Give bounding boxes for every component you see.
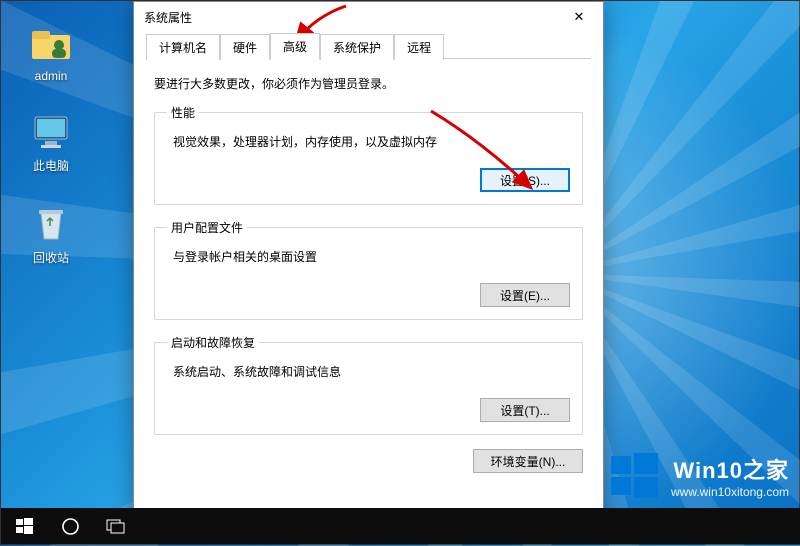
group-legend: 启动和故障恢复 [167,334,259,351]
group-desc: 系统启动、系统故障和调试信息 [173,363,570,380]
group-performance: 性能 视觉效果，处理器计划，内存使用，以及虚拟内存 设置(S)... [154,104,583,205]
group-user-profiles: 用户配置文件 与登录帐户相关的桌面设置 设置(E)... [154,219,583,320]
tab-advanced[interactable]: 高级 [270,33,320,60]
group-startup-recovery: 启动和故障恢复 系统启动、系统故障和调试信息 设置(T)... [154,334,583,435]
tab-label: 计算机名 [159,41,207,55]
settings-button-performance[interactable]: 设置(S)... [480,168,570,192]
task-view-icon [106,518,126,534]
dialog-title: 系统属性 [144,9,192,26]
admin-info-text: 要进行大多数更改，你必须作为管理员登录。 [154,75,583,92]
button-label: 设置(S)... [500,174,550,188]
tab-hardware[interactable]: 硬件 [220,34,270,60]
windows-start-icon [16,518,33,535]
dialog-body: 要进行大多数更改，你必须作为管理员登录。 性能 视觉效果，处理器计划，内存使用，… [134,59,603,481]
group-legend: 性能 [167,104,199,121]
recycle-bin-icon [29,201,73,245]
button-label: 环境变量(N)... [491,455,566,469]
close-button[interactable]: ✕ [559,4,599,30]
desktop-icon-label: 此电脑 [16,157,86,174]
desktop-icon-admin[interactable]: admin [16,21,86,83]
windows-logo-icon [609,450,661,502]
tab-label: 硬件 [233,41,257,55]
titlebar[interactable]: 系统属性 ✕ [134,2,603,32]
group-legend: 用户配置文件 [167,219,247,236]
desktop-icon-this-pc[interactable]: 此电脑 [16,109,86,174]
tab-remote[interactable]: 远程 [394,34,444,60]
tab-computer-name[interactable]: 计算机名 [146,34,220,60]
computer-icon [29,109,73,153]
group-desc: 视觉效果，处理器计划，内存使用，以及虚拟内存 [173,133,570,150]
settings-button-startup[interactable]: 设置(T)... [480,398,570,422]
desktop-icon-label: admin [16,69,86,83]
tab-row: 计算机名 硬件 高级 系统保护 远程 [134,32,603,59]
button-label: 设置(T)... [500,404,549,418]
button-label: 设置(E)... [500,289,550,303]
user-folder-icon [29,21,73,65]
env-variables-button[interactable]: 环境变量(N)... [473,449,583,473]
group-desc: 与登录帐户相关的桌面设置 [173,248,570,265]
watermark: Win10之家 www.win10xitong.com [609,450,789,502]
tab-label: 系统保护 [333,41,381,55]
desktop-icon-recycle-bin[interactable]: 回收站 [16,201,86,266]
task-view-button[interactable] [93,508,139,544]
tab-system-protection[interactable]: 系统保护 [320,34,394,60]
start-button[interactable] [1,508,47,544]
desktop-icon-label: 回收站 [16,249,86,266]
settings-button-profiles[interactable]: 设置(E)... [480,283,570,307]
cortana-button[interactable] [47,508,93,544]
watermark-brand: Win10之家 [671,453,789,485]
system-properties-dialog: 系统属性 ✕ 计算机名 硬件 高级 系统保护 远程 要进行大多数更改，你必须作为… [133,1,604,521]
tab-label: 高级 [283,40,307,54]
watermark-url: www.win10xitong.com [671,485,789,499]
cortana-circle-icon [61,517,80,536]
taskbar [1,508,800,544]
tab-label: 远程 [407,41,431,55]
close-icon: ✕ [574,9,585,25]
